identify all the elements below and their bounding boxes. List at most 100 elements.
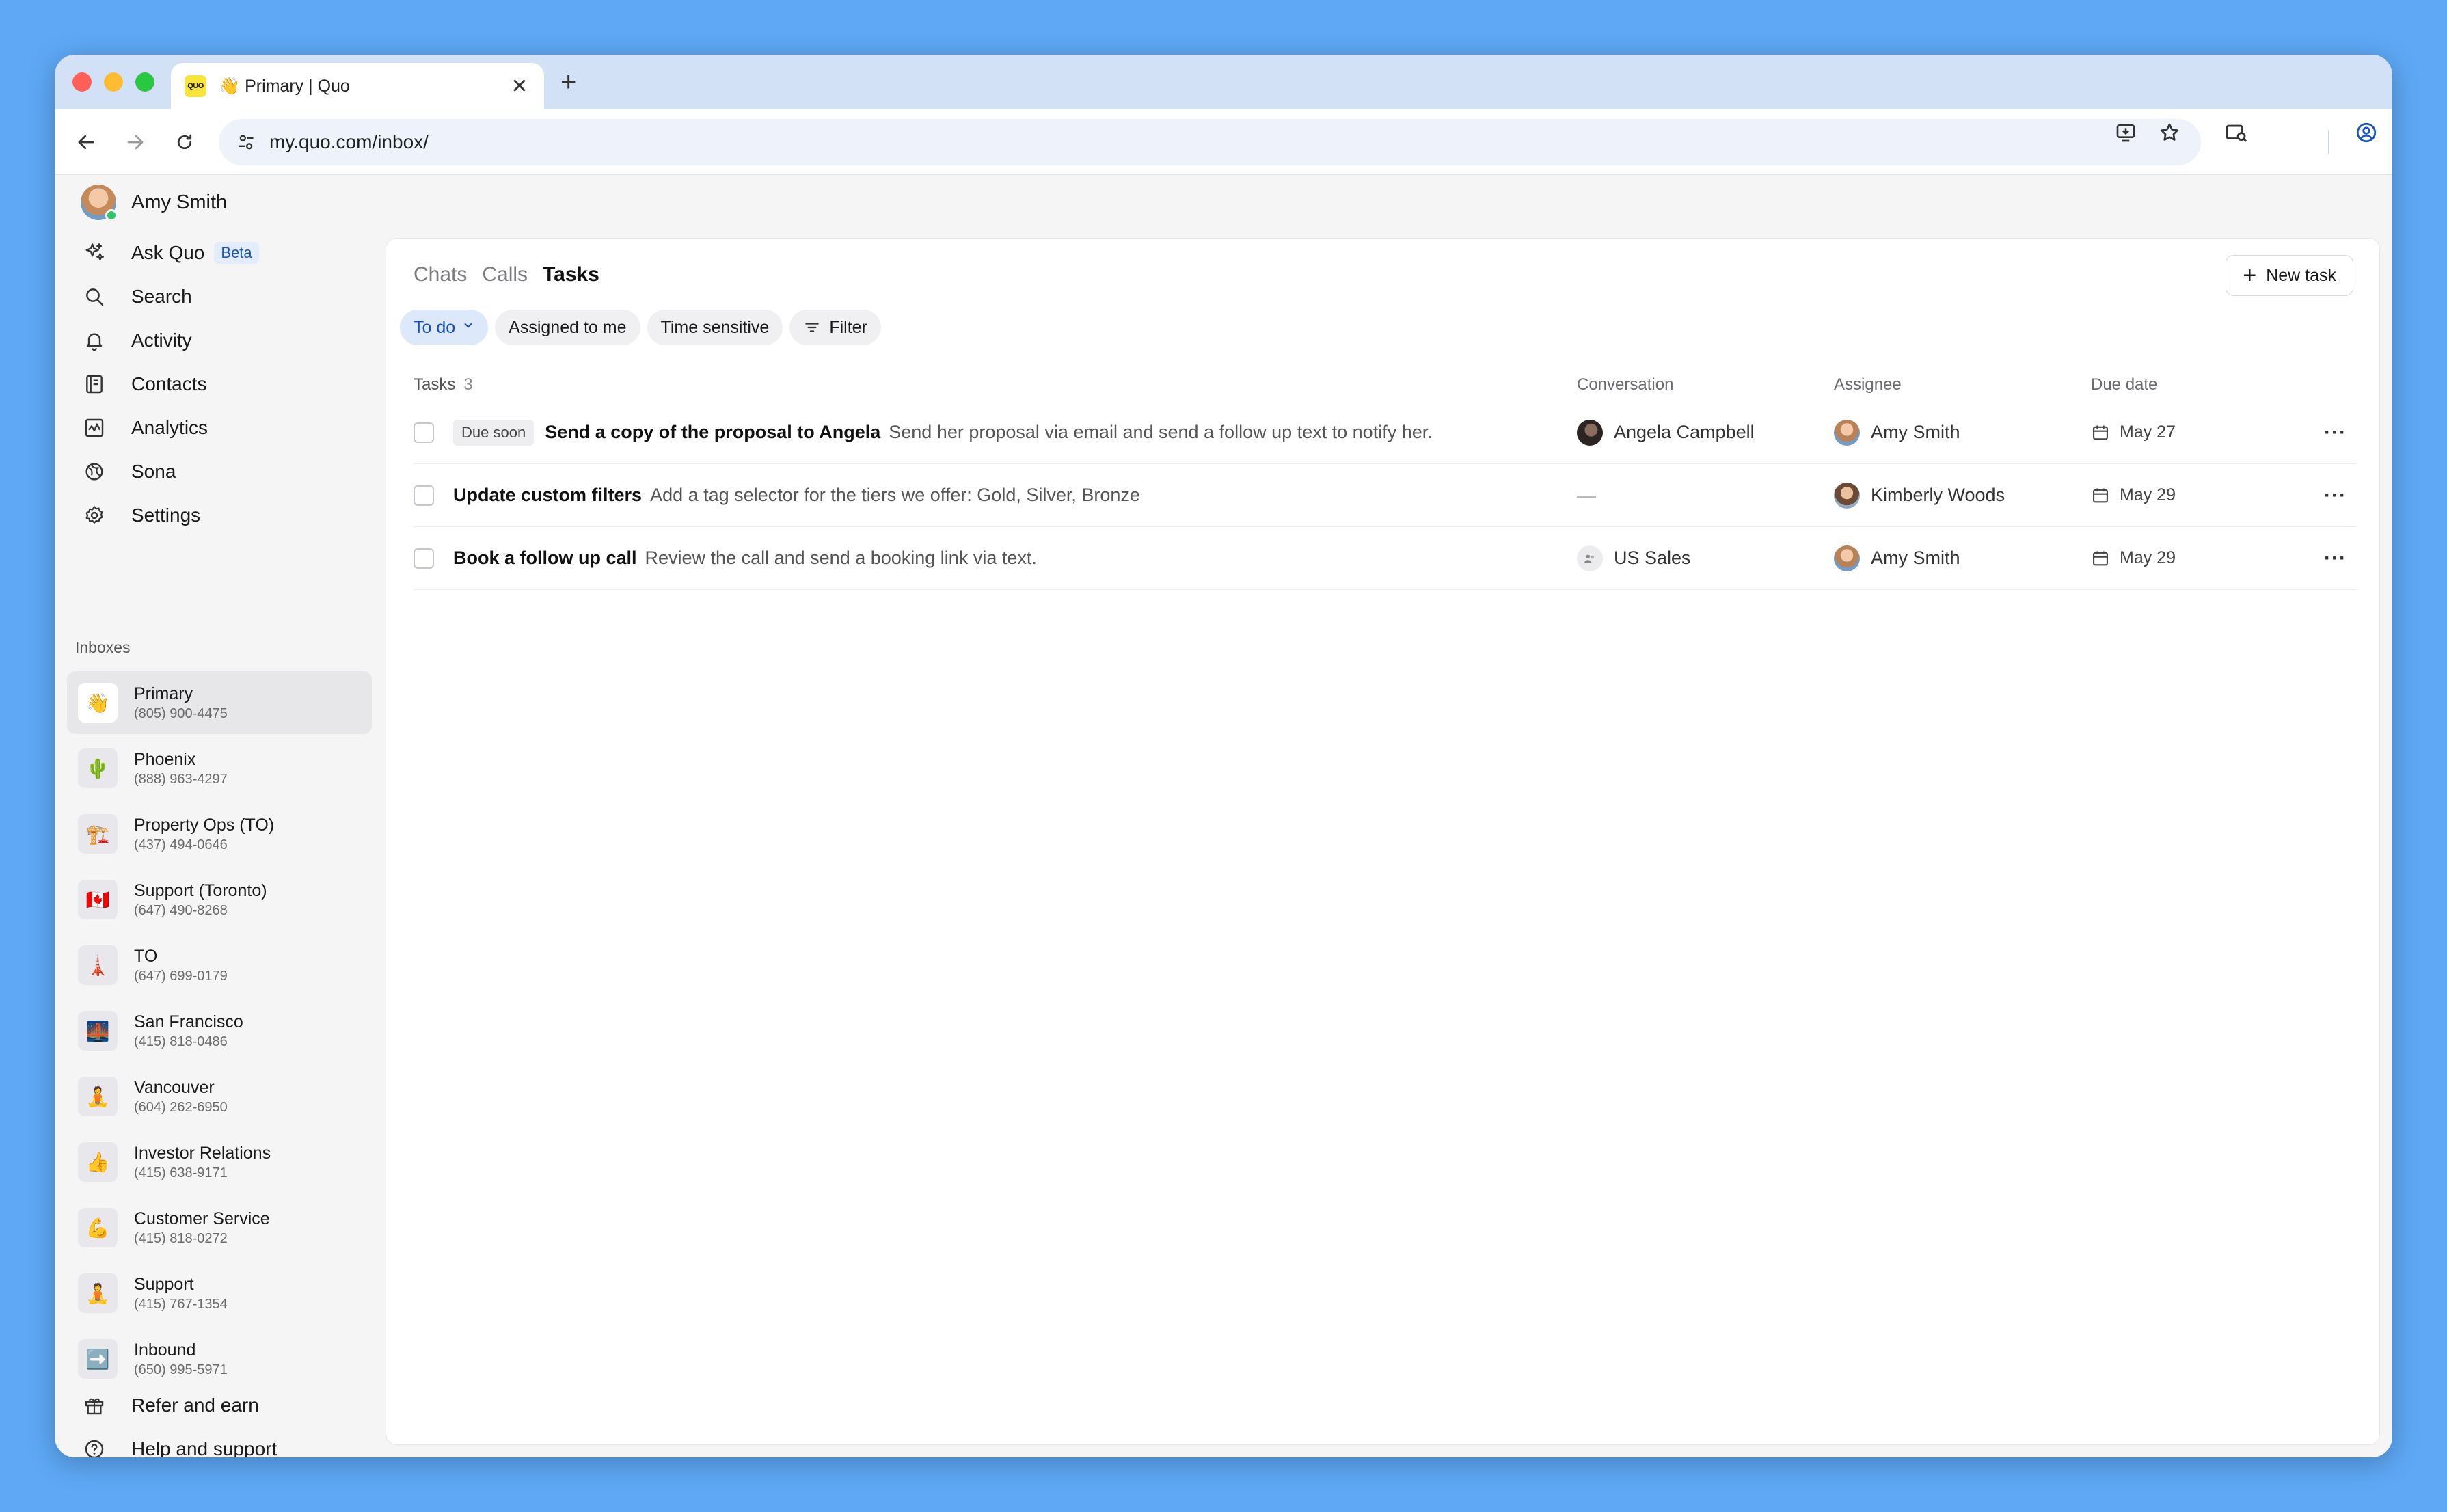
nav-analytics[interactable]: Analytics bbox=[81, 406, 368, 450]
reload-icon[interactable] bbox=[171, 129, 198, 156]
nav-search[interactable]: Search bbox=[81, 275, 368, 319]
new-task-button[interactable]: + New task bbox=[2226, 255, 2353, 296]
online-status-dot bbox=[105, 209, 118, 221]
assigned-filter-label: Assigned to me bbox=[509, 317, 627, 337]
inbox-number: (437) 494-0646 bbox=[134, 837, 228, 852]
beta-badge: Beta bbox=[214, 242, 259, 264]
task-description: Review the call and send a booking link … bbox=[645, 548, 1037, 568]
help-and-support-link[interactable]: Help and support bbox=[81, 1427, 368, 1457]
inbox-list: 👋 Primary (805) 900-4475 🌵 Phoenix (888) 9… bbox=[67, 671, 372, 1393]
app-area: Amy Smith Ask Quo Beta Search Activity C… bbox=[55, 175, 2392, 1457]
site-settings-icon[interactable] bbox=[232, 129, 260, 156]
browser-tab[interactable]: QUO 👋 Primary | Quo ✕ bbox=[171, 63, 544, 109]
inbox-name: Property Ops (TO) bbox=[134, 815, 275, 835]
due-date-cell[interactable]: May 27 bbox=[2091, 422, 2296, 442]
inbox-number: (415) 767-1354 bbox=[134, 1296, 228, 1312]
inbox-item-customer-service[interactable]: 💪 Customer Service (415) 818-0272 bbox=[67, 1196, 372, 1259]
install-app-icon[interactable] bbox=[2112, 119, 2139, 146]
inbox-item-san-francisco[interactable]: 🌉 San Francisco (415) 818-0486 bbox=[67, 999, 372, 1062]
forward-icon[interactable] bbox=[122, 129, 149, 156]
refer-and-earn-link[interactable]: Refer and earn bbox=[81, 1383, 368, 1427]
filter-button[interactable]: Filter bbox=[789, 310, 881, 345]
task-description: Send her proposal via email and send a f… bbox=[889, 422, 1433, 442]
inbox-number: (650) 995-5971 bbox=[134, 1362, 228, 1377]
flexed-biceps-icon: 💪 bbox=[78, 1208, 118, 1247]
status-filter-dropdown[interactable]: To do bbox=[400, 310, 489, 345]
browser-window: QUO 👋 Primary | Quo ✕ + my.quo.com/inbox… bbox=[55, 55, 2392, 1457]
inbox-number: (647) 490-8268 bbox=[134, 902, 228, 918]
sparkles-icon bbox=[81, 239, 108, 267]
profile-icon[interactable] bbox=[2353, 119, 2380, 146]
canada-flag-icon: 🇨🇦 bbox=[78, 880, 118, 919]
inbox-name: Investor Relations bbox=[134, 1143, 271, 1163]
waving-hand-icon: 👋 bbox=[78, 683, 118, 723]
avatar bbox=[1577, 419, 1603, 446]
inbox-item-vancouver[interactable]: 🧘 Vancouver (604) 262-6950 bbox=[67, 1065, 372, 1128]
assignee-cell[interactable]: Kimberly Woods bbox=[1834, 482, 2091, 509]
nav-label: Help and support bbox=[131, 1438, 278, 1457]
bridge-icon: 🌉 bbox=[78, 1011, 118, 1051]
more-options-icon[interactable]: ··· bbox=[2324, 484, 2347, 507]
conversation-header: Conversation bbox=[1577, 375, 1674, 394]
tab-close-icon[interactable]: ✕ bbox=[509, 75, 530, 98]
assignee-cell[interactable]: Amy Smith bbox=[1834, 419, 2091, 446]
maximize-window-button[interactable] bbox=[135, 72, 154, 92]
task-checkbox[interactable] bbox=[414, 422, 434, 443]
inbox-item-to[interactable]: 🗼 TO (647) 699-0179 bbox=[67, 934, 372, 997]
nav-label: Activity bbox=[131, 329, 192, 351]
user-profile[interactable]: Amy Smith bbox=[81, 185, 227, 221]
due-date-cell[interactable]: May 29 bbox=[2091, 548, 2296, 568]
inbox-item-property-ops[interactable]: 🏗️ Property Ops (TO) (437) 494-0646 bbox=[67, 802, 372, 865]
nav-sona[interactable]: Sona bbox=[81, 450, 368, 494]
conversation-name: US Sales bbox=[1614, 548, 1691, 568]
bookmark-star-icon[interactable] bbox=[2156, 119, 2183, 146]
nav-activity[interactable]: Activity bbox=[81, 319, 368, 362]
task-checkbox[interactable] bbox=[414, 548, 434, 569]
table-row[interactable]: Book a follow up call Review the call an… bbox=[414, 527, 2356, 590]
inbox-item-phoenix[interactable]: 🌵 Phoenix (888) 963-4297 bbox=[67, 737, 372, 800]
url-text[interactable]: my.quo.com/inbox/ bbox=[269, 131, 429, 153]
conversation-cell[interactable]: US Sales bbox=[1577, 545, 1834, 571]
minimize-window-button[interactable] bbox=[104, 72, 123, 92]
back-icon[interactable] bbox=[72, 129, 100, 156]
assignee-name: Amy Smith bbox=[1871, 422, 1960, 442]
tab-calls[interactable]: Calls bbox=[482, 263, 528, 286]
inbox-name: Support bbox=[134, 1274, 194, 1294]
tab-search-icon[interactable] bbox=[2223, 119, 2250, 146]
assignee-cell[interactable]: Amy Smith bbox=[1834, 545, 2091, 571]
address-bar[interactable]: my.quo.com/inbox/ bbox=[219, 119, 2201, 165]
nav-ask-quo[interactable]: Ask Quo Beta bbox=[81, 231, 368, 275]
inbox-item-investor-relations[interactable]: 👍 Investor Relations (415) 638-9171 bbox=[67, 1131, 372, 1193]
nav-contacts[interactable]: Contacts bbox=[81, 362, 368, 406]
time-sensitive-filter[interactable]: Time sensitive bbox=[647, 310, 783, 345]
tab-tasks[interactable]: Tasks bbox=[543, 263, 599, 286]
table-row[interactable]: Due soon Send a copy of the proposal to … bbox=[414, 401, 2356, 464]
inbox-number: (604) 262-6950 bbox=[134, 1099, 228, 1115]
tasks-header: Tasks bbox=[414, 375, 456, 394]
conversation-cell[interactable]: Angela Campbell bbox=[1577, 419, 1834, 446]
meditation-icon: 🧘 bbox=[78, 1077, 118, 1116]
inbox-name: Customer Service bbox=[134, 1209, 270, 1228]
more-options-icon[interactable]: ··· bbox=[2324, 421, 2347, 444]
more-options-icon[interactable]: ··· bbox=[2324, 547, 2347, 570]
nav-settings[interactable]: Settings bbox=[81, 494, 368, 537]
inbox-item-support[interactable]: 🧘 Support (415) 767-1354 bbox=[67, 1262, 372, 1325]
inbox-item-support-toronto[interactable]: 🇨🇦 Support (Toronto) (647) 490-8268 bbox=[67, 868, 372, 931]
table-row[interactable]: Update custom filters Add a tag selector… bbox=[414, 464, 2356, 527]
filter-label: Filter bbox=[829, 317, 867, 337]
close-window-button[interactable] bbox=[72, 72, 92, 92]
avatar bbox=[1834, 545, 1860, 571]
assigned-to-me-filter[interactable]: Assigned to me bbox=[495, 310, 640, 345]
task-checkbox[interactable] bbox=[414, 485, 434, 506]
search-icon bbox=[81, 283, 108, 310]
bell-icon bbox=[81, 327, 108, 354]
right-arrow-icon: ➡️ bbox=[78, 1339, 118, 1379]
due-date-cell[interactable]: May 29 bbox=[2091, 485, 2296, 505]
inbox-name: San Francisco bbox=[134, 1012, 243, 1031]
conversation-cell[interactable]: — bbox=[1577, 485, 1834, 507]
inbox-item-inbound[interactable]: ➡️ Inbound (650) 995-5971 bbox=[67, 1327, 372, 1390]
inbox-item-primary[interactable]: 👋 Primary (805) 900-4475 bbox=[67, 671, 372, 734]
new-tab-button[interactable]: + bbox=[560, 68, 576, 96]
nav-label: Analytics bbox=[131, 417, 208, 438]
tab-chats[interactable]: Chats bbox=[414, 263, 467, 286]
